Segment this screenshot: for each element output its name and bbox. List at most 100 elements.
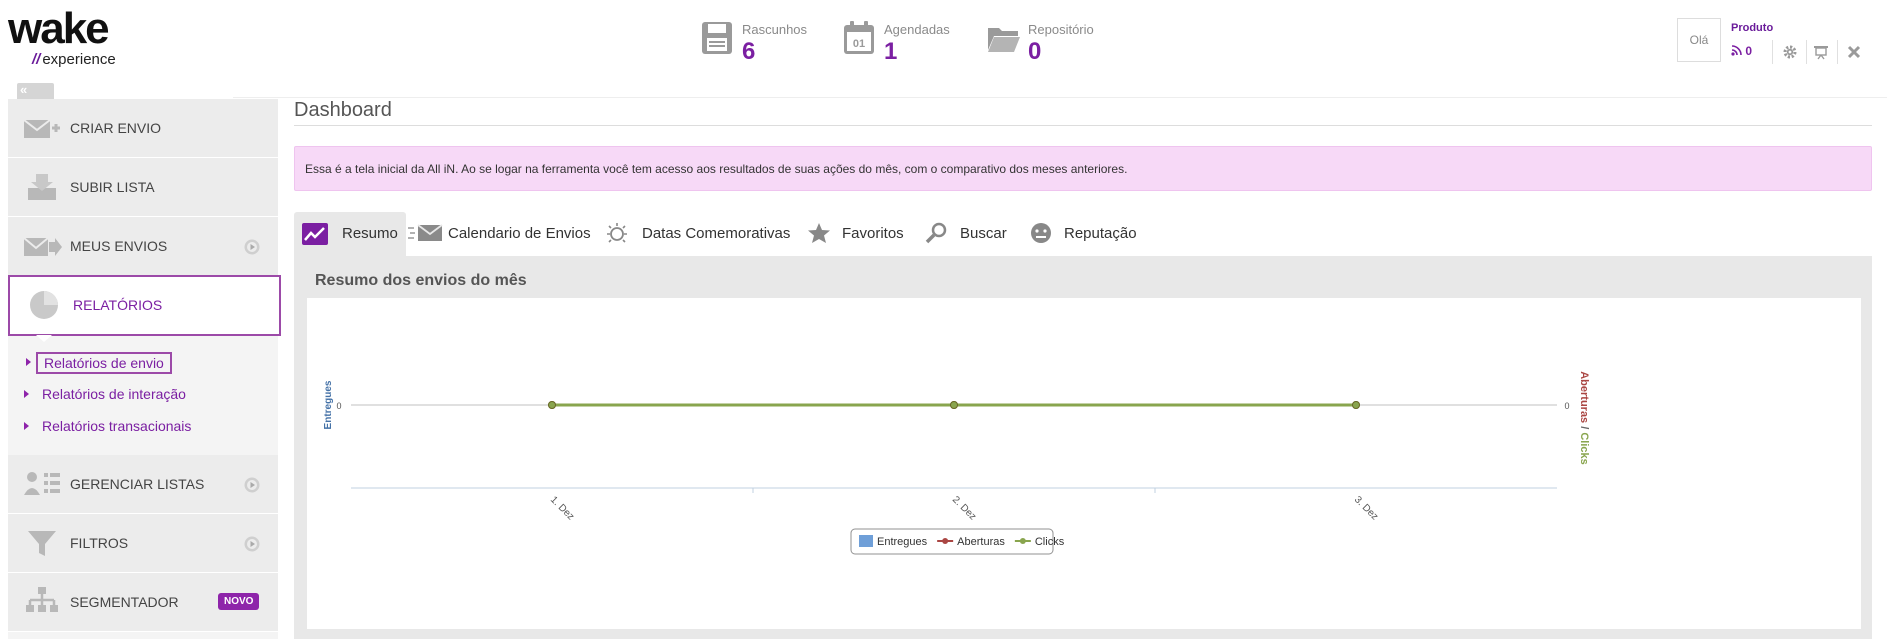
legend-label-entregues: Entregues xyxy=(877,536,928,548)
folder-icon xyxy=(988,28,1020,52)
summary-chart: 0 0 Entregues Aberturas / Clicks 1. Dez 2. De… xyxy=(307,298,1861,629)
sidebar-item-label: SEGMENTADOR xyxy=(70,594,179,610)
divider xyxy=(1837,40,1838,64)
bullet-arrow-icon xyxy=(24,390,29,398)
collapse-sidebar-button[interactable]: « xyxy=(17,83,54,99)
stat-label: Rascunhos xyxy=(742,22,808,37)
tab-calendario-de-envios[interactable]: Calendario de Envios xyxy=(406,212,591,256)
sidebar-item-relatorios[interactable]: RELATÓRIOS xyxy=(8,275,281,336)
expand-arrow-icon[interactable] xyxy=(244,477,260,493)
floppy-disk-icon xyxy=(702,22,732,54)
tab-reputacao[interactable]: Reputação xyxy=(1028,212,1148,256)
star-icon xyxy=(808,223,830,243)
wake-logo[interactable]: wake //experience xyxy=(8,4,138,68)
close-icon[interactable] xyxy=(1846,44,1862,60)
tab-label: Buscar xyxy=(960,225,1007,242)
x-tick-label: 3. Dez xyxy=(1352,494,1380,522)
legend-marker-clicks xyxy=(1019,538,1026,544)
dashboard-tabs: Resumo Calendario de Envios Datas Comemo… xyxy=(294,212,1872,256)
tab-resumo[interactable]: Resumo xyxy=(294,212,406,256)
header-divider xyxy=(233,97,1887,98)
tab-label: Reputação xyxy=(1064,225,1137,242)
sidebar-item-label: CRIAR ENVIO xyxy=(70,120,162,136)
presentation-icon[interactable] xyxy=(1813,44,1829,60)
tab-datas-comemorativas[interactable]: Datas Comemorativas xyxy=(604,212,794,256)
tab-label: Calendario de Envios xyxy=(448,225,591,242)
new-badge: NOVO xyxy=(218,593,260,610)
sent-envelope-icon xyxy=(23,237,62,256)
x-tick-label: 2. Dez xyxy=(950,494,978,522)
x-tick-label: 1. Dez xyxy=(548,494,576,522)
create-envelope-icon xyxy=(23,119,60,138)
rss-counter[interactable]: 0 xyxy=(1731,44,1752,58)
rss-icon xyxy=(1731,45,1742,56)
expand-arrow-icon[interactable] xyxy=(244,536,260,552)
stat-value: 1 xyxy=(884,38,898,65)
data-point-clicks xyxy=(1352,401,1360,409)
lightbulb-icon xyxy=(607,223,627,243)
logo-subtitle: //experience xyxy=(32,51,116,68)
submenu-relatorios-de-interacao[interactable]: Relatórios de interação xyxy=(24,386,186,402)
funnel-icon xyxy=(28,531,56,556)
top-header: wake //experience Rascunhos 6 01 Agendad… xyxy=(0,0,1887,97)
user-avatar[interactable]: Olá xyxy=(1677,18,1721,62)
sidebar-item-label: MEUS ENVIOS xyxy=(70,238,168,254)
tab-label: Favoritos xyxy=(842,225,904,242)
legend-swatch-entregues xyxy=(859,535,873,547)
panel-title: Resumo dos envios do mês xyxy=(315,272,527,289)
gear-icon[interactable] xyxy=(1782,44,1798,60)
logo-wordmark: wake xyxy=(8,4,110,53)
product-label[interactable]: Produto xyxy=(1731,22,1773,34)
sidebar-item-label: FILTROS xyxy=(70,535,129,551)
page-title: Dashboard xyxy=(294,99,392,121)
info-banner: Essa é a tela inicial da All iN. Ao se l… xyxy=(294,146,1872,191)
sidebar-item-segmentador[interactable]: SEGMENTADOR NOVO xyxy=(8,573,278,632)
stat-label: Agendadas xyxy=(884,22,950,37)
summary-panel: Resumo dos envios do mês 0 0 Entregues Aber… xyxy=(294,256,1872,639)
magnifier-icon xyxy=(925,222,947,244)
face-icon xyxy=(1031,223,1051,243)
y-axis-title-left: Entregues xyxy=(323,380,334,429)
bullet-arrow-icon xyxy=(24,422,29,430)
stat-label: Repositório xyxy=(1028,22,1094,37)
manage-lists-icon xyxy=(24,472,60,495)
sidebar-item-subir-lista[interactable]: SUBIR LISTA xyxy=(8,158,278,217)
y-tick-left: 0 xyxy=(336,401,341,411)
line-chart: 0 0Entregues Aberturas / Clicks1. Dez 2. De… xyxy=(323,371,1590,555)
title-divider xyxy=(294,125,1872,126)
data-point-clicks xyxy=(950,401,958,409)
submenu-relatorios-de-envio[interactable]: Relatórios de envio xyxy=(26,352,172,374)
legend-label-clicks: Clicks xyxy=(1035,536,1065,548)
calendar-icon: 01 xyxy=(844,21,874,54)
stat-value: 6 xyxy=(742,38,756,65)
relatorios-submenu: Relatórios de envio Relatórios de intera… xyxy=(8,338,278,455)
legend-marker-aberturas xyxy=(942,538,949,544)
expand-arrow-icon[interactable] xyxy=(244,239,260,255)
pie-chart-icon xyxy=(30,291,58,319)
svg-text:01: 01 xyxy=(853,38,865,50)
divider xyxy=(1772,40,1773,64)
hierarchy-icon xyxy=(26,587,58,612)
sidebar-item-criar-envio[interactable]: CRIAR ENVIO xyxy=(8,99,278,158)
sidebar-item-label: SUBIR LISTA xyxy=(70,179,155,195)
sidebar-item-label: GERENCIAR LISTAS xyxy=(70,476,205,492)
y-axis-title-right: Aberturas / Clicks xyxy=(1578,371,1590,465)
y-tick-right: 0 xyxy=(1564,401,1569,411)
upload-list-icon xyxy=(28,174,56,200)
fast-envelope-icon xyxy=(408,224,443,241)
trend-line-icon xyxy=(302,223,328,245)
tab-favoritos[interactable]: Favoritos xyxy=(806,212,916,256)
tab-label: Datas Comemorativas xyxy=(642,225,791,242)
data-point-clicks xyxy=(548,401,556,409)
submenu-relatorios-transacionais[interactable]: Relatórios transacionais xyxy=(24,418,191,434)
sidebar-item-label: RELATÓRIOS xyxy=(73,297,163,313)
sidebar-item-filtros[interactable]: FILTROS xyxy=(8,514,278,573)
sidebar-item-meus-envios[interactable]: MEUS ENVIOS xyxy=(8,217,278,276)
sidebar-item-gerenciar-listas[interactable]: GERENCIAR LISTAS xyxy=(8,455,278,514)
divider xyxy=(1806,40,1807,64)
tab-label: Resumo xyxy=(342,225,398,242)
tab-buscar[interactable]: Buscar xyxy=(924,212,1014,256)
stat-value: 0 xyxy=(1028,38,1042,65)
legend-label-aberturas: Aberturas xyxy=(957,536,1005,548)
active-pointer xyxy=(36,335,52,342)
